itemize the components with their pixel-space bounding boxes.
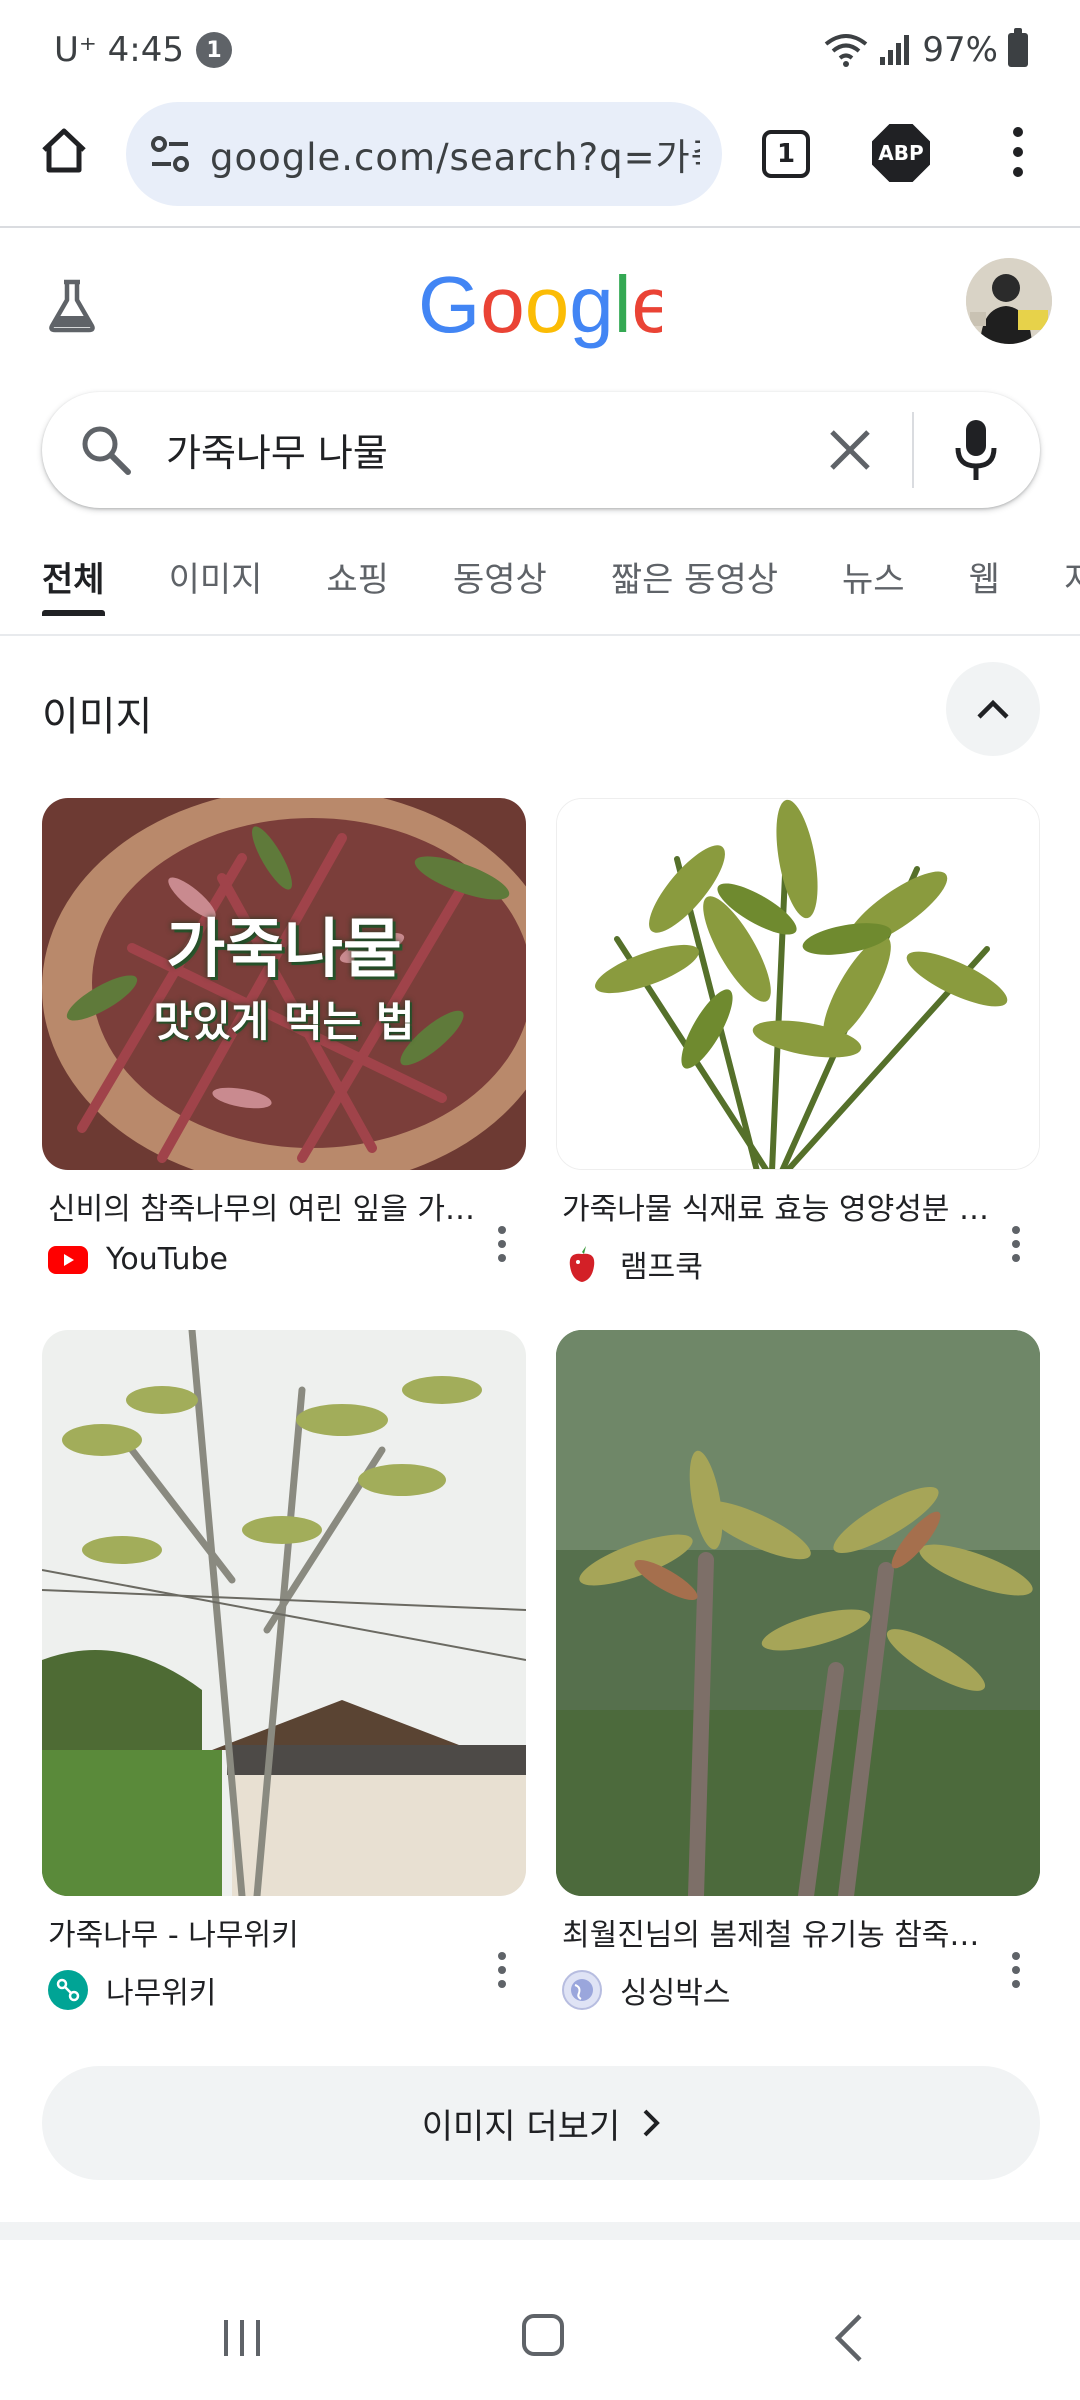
home-button[interactable] (34, 120, 94, 180)
tab-shopping[interactable]: 쇼핑 (326, 540, 389, 634)
status-left: U⁺ 4:45 1 (54, 28, 232, 72)
more-options-icon[interactable] (496, 1224, 508, 1264)
lampcook-logo-icon (562, 1244, 602, 1284)
section-separator (0, 2222, 1080, 2240)
image-result-title[interactable]: 신비의 참죽나무의 여린 잎을 가죽나물로 맛있게 먹는 법 (48, 1184, 488, 1228)
image-result-card[interactable]: 최월진님의 봄제철 유기농 참죽나물 ... 싱싱박스 (556, 1330, 1040, 2012)
wifi-icon (825, 34, 868, 67)
thumbnail-overlay-subtitle: 맛있게 먹는 법 (153, 997, 415, 1046)
image-result-source[interactable]: YouTube (48, 1242, 526, 1277)
collapse-button[interactable] (946, 662, 1040, 756)
more-options-icon[interactable] (1010, 1950, 1022, 1990)
search-divider (912, 412, 914, 488)
home-icon (42, 128, 86, 173)
browser-toolbar: google.com/search?q=가죽나무 1 ABP (0, 100, 1080, 228)
tab-images[interactable]: 이미지 (169, 540, 263, 634)
clear-icon[interactable] (824, 424, 876, 476)
search-labs-icon[interactable] (42, 276, 102, 336)
image-result-card[interactable]: 가죽나물 맛있게 먹는 법 신비의 참죽나무의 여린 잎을 가죽나물로 맛있게 … (42, 798, 526, 1277)
source-name: 싱싱박스 (620, 1976, 731, 2011)
search-icon (82, 426, 131, 475)
url-text[interactable]: google.com/search?q=가죽나무 (210, 127, 700, 181)
tab-web[interactable]: 웹 (969, 540, 1000, 634)
back-icon[interactable] (830, 2312, 866, 2364)
site-settings-icon[interactable] (148, 132, 192, 176)
image-thumbnail-graphic (42, 1330, 526, 1896)
image-result-source[interactable]: 싱싱박스 (562, 1968, 1040, 2012)
more-menu-icon[interactable] (1000, 122, 1036, 182)
image-result-title[interactable]: 최월진님의 봄제철 유기농 참죽나물 ... (562, 1910, 1002, 1954)
globe-icon (562, 1970, 602, 2010)
status-bar: U⁺ 4:45 1 97% (0, 0, 1080, 100)
signal-icon (880, 35, 910, 65)
tab-news[interactable]: 뉴스 (842, 540, 905, 634)
thumbnail-overlay-title: 가죽나물 (166, 913, 402, 987)
image-thumbnail[interactable] (42, 1330, 526, 1896)
svg-text:Google: Google (418, 268, 662, 349)
tab-all[interactable]: 전체 (42, 540, 105, 634)
avatar-image (966, 258, 1052, 344)
account-avatar[interactable] (966, 258, 1052, 344)
image-result-source[interactable]: 나무위키 (48, 1968, 526, 2012)
microphone-icon[interactable] (954, 418, 998, 482)
chevron-up-icon (977, 699, 1009, 719)
youtube-icon (48, 1245, 88, 1274)
image-thumbnail-graphic (557, 799, 1039, 1169)
battery-icon (1008, 28, 1028, 67)
status-right: 97% (824, 28, 1028, 72)
carrier-time: U⁺ 4:45 (54, 30, 184, 70)
source-name: YouTube (106, 1242, 228, 1277)
more-images-label: 이미지 더보기 (421, 2106, 621, 2147)
image-thumbnail[interactable]: 가죽나물 맛있게 먹는 법 (42, 798, 526, 1170)
more-images-button[interactable]: 이미지 더보기 (42, 2066, 1040, 2180)
image-thumbnail[interactable] (556, 798, 1040, 1170)
google-logo[interactable]: Google (418, 268, 662, 352)
image-result-source[interactable]: 램프쿡 (562, 1242, 1040, 1286)
search-tabs: 전체 이미지 쇼핑 동영상 짧은 동영상 뉴스 웹 지 (0, 540, 1080, 636)
system-home-icon[interactable] (522, 2314, 564, 2356)
recent-apps-icon[interactable] (220, 2318, 264, 2358)
image-result-title[interactable]: 가죽나무 - 나무위키 (48, 1910, 488, 1954)
adblock-plus-button[interactable]: ABP (872, 124, 930, 182)
notification-badge: 1 (196, 32, 232, 68)
search-box[interactable]: 가죽나무 나물 (42, 392, 1040, 508)
tab-short-videos[interactable]: 짧은 동영상 (611, 540, 778, 634)
images-section-title: 이미지 (42, 694, 153, 740)
more-options-icon[interactable] (496, 1950, 508, 1990)
image-result-card[interactable]: 가죽나물 식재료 효능 영양성분 고르는 법 램프쿡 (556, 798, 1040, 1286)
more-options-icon[interactable] (1010, 1224, 1022, 1264)
image-thumbnail-graphic (556, 1330, 1040, 1896)
chevron-right-icon (643, 2109, 661, 2137)
source-name: 나무위키 (106, 1976, 217, 2011)
tab-videos[interactable]: 동영상 (453, 540, 547, 634)
tab-switcher-button[interactable]: 1 (762, 130, 810, 178)
image-result-card[interactable]: 가죽나무 - 나무위키 나무위키 (42, 1330, 526, 2012)
image-thumbnail[interactable] (556, 1330, 1040, 1896)
battery-percent: 97% (922, 30, 998, 70)
system-navigation-bar (0, 2240, 1080, 2400)
tab-more[interactable]: 지 (1064, 540, 1080, 634)
source-name: 램프쿡 (620, 1250, 703, 1285)
namuwiki-logo-icon (48, 1970, 88, 2010)
image-result-title[interactable]: 가죽나물 식재료 효능 영양성분 고르는 법 (562, 1184, 1002, 1228)
url-bar[interactable]: google.com/search?q=가죽나무 (126, 102, 722, 206)
search-query[interactable]: 가죽나무 나물 (166, 422, 388, 477)
